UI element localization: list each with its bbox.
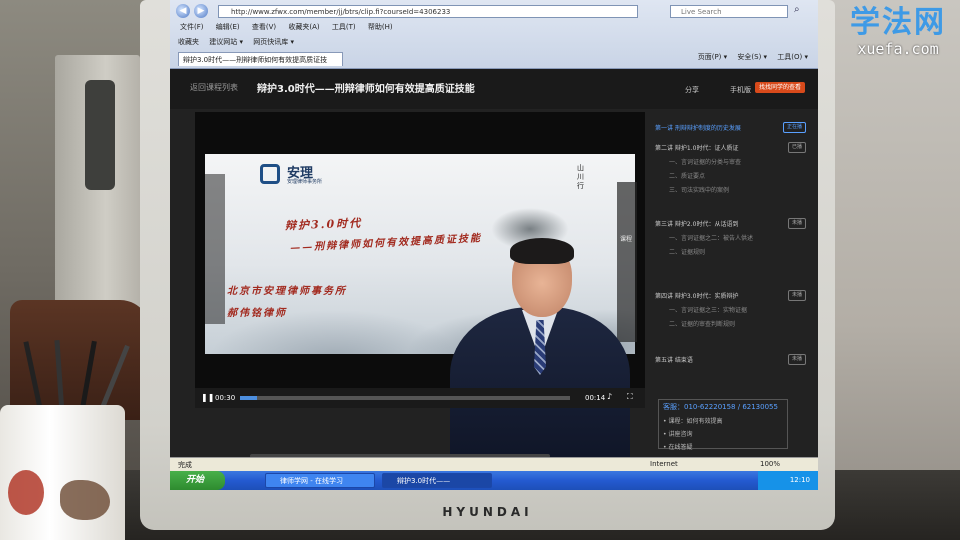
contact-phone: 客服：010-62220158 / 62130055 [663, 403, 778, 411]
seek-bar-fill [240, 396, 257, 400]
find-classmate-button[interactable]: 找找同学的查看 [755, 82, 806, 93]
chapter-subitem[interactable]: 一、言词证据的分类与审查 [669, 157, 741, 166]
slide-title-line1: 辩护3.0时代 [284, 216, 363, 233]
play-pause-icon[interactable]: ❚❚ [201, 393, 214, 402]
slide-firm-name: 北京市安理律师事务所 [227, 286, 347, 297]
system-tray-clock: 12:10 [758, 471, 818, 490]
browser-toolbar: ◀ ▶ http://www.zfwx.com/member/jj/btrs/c… [170, 0, 818, 69]
chapter-status-badge: 未播 [787, 354, 806, 365]
course-title: 辩护3.0时代——刑辩律师如何有效提高质证技能 [257, 84, 475, 95]
page-header: 返回课程列表 辩护3.0时代——刑辩律师如何有效提高质证技能 分享 手机版 找找… [170, 69, 818, 109]
command-bar: 页面(P) ▾ 安全(S) ▾ 工具(O) ▾ [690, 52, 808, 62]
forward-icon[interactable]: ▶ [194, 4, 208, 18]
chapter-status-badge: 已播 [787, 142, 806, 153]
start-button[interactable]: 开始 [170, 471, 225, 490]
taskbar-item-active[interactable]: 辩护3.0时代—— [382, 473, 492, 488]
status-text: 完成 [178, 461, 192, 469]
contact-box: 客服：010-62220158 / 62130055 • 课程：如何有效提高 •… [658, 399, 788, 451]
cup-painting [8, 470, 44, 515]
contact-line[interactable]: • 在线答疑 [663, 442, 783, 451]
contact-line[interactable]: • 课程：如何有效提高 [663, 416, 783, 425]
lecturer-hair [510, 238, 574, 264]
seek-bar[interactable] [240, 396, 570, 400]
chapter-subitem[interactable]: 三、司法实践中的案例 [669, 185, 729, 194]
suggested-sites[interactable]: 建议网站 ▾ [209, 38, 243, 46]
monitor-brand: HYUNDAI [442, 505, 533, 519]
chapter-status-badge: 正在播 [782, 122, 806, 133]
total-time: 00:14 [585, 394, 606, 402]
taskbar-item[interactable]: 律师学网 - 在线学习 [265, 473, 375, 488]
chapter-subitem[interactable]: 二、证据规则 [669, 247, 705, 256]
share-button[interactable]: 分享 [685, 85, 699, 95]
monitor-screen: ◀ ▶ http://www.zfwx.com/member/jj/btrs/c… [170, 0, 818, 490]
contact-line[interactable]: • 讲座咨询 [663, 429, 783, 438]
chapter-subitem[interactable]: 二、质证要点 [669, 171, 705, 180]
menu-bar: 文件(F) 编辑(E) 查看(V) 收藏夹(A) 工具(T) 帮助(H) [180, 22, 403, 32]
wall-fixture [85, 80, 115, 190]
slide-logo-sub: 安理律师事务所 [287, 179, 323, 185]
course-page: 返回课程列表 辩护3.0时代——刑辩律师如何有效提高质证技能 分享 手机版 找找… [170, 69, 818, 458]
video-player[interactable]: 安理 安理律师事务所 山川行 辩护3.0时代 ——刑辩律师如何有效提高质证技能 … [195, 112, 645, 457]
watermark-logo: 学法网 xuefa.com [850, 5, 946, 59]
chapter-subitem[interactable]: 二、证据的审查判断规则 [669, 319, 735, 328]
tab-course[interactable]: 辩护3.0时代——刑辩律师如何有效提高质证技 [178, 52, 343, 66]
mobile-link[interactable]: 手机版 [730, 85, 751, 95]
zoom-level[interactable]: 100% [760, 460, 780, 468]
player-controls: ❚❚ 00:30 00:14 ♪ ⛶ [195, 388, 645, 408]
cup-painting-horse [60, 480, 110, 520]
menu-tools[interactable]: 工具(T) [332, 23, 356, 31]
back-icon[interactable]: ◀ [176, 4, 190, 18]
chapter-item[interactable]: 第二讲 辩护1.0时代：证人质证 [655, 143, 738, 152]
security-zone: Internet [650, 460, 678, 468]
volume-icon[interactable]: ♪ [607, 392, 612, 401]
web-slice-gallery[interactable]: 网页快讯库 ▾ [253, 38, 294, 46]
menu-favorites[interactable]: 收藏夹(A) [288, 23, 319, 31]
chapter-subitem[interactable]: 一、言词证据之三：实物证据 [669, 305, 747, 314]
address-bar[interactable]: http://www.zfwx.com/member/jj/btrs/clip.… [218, 5, 638, 18]
chapter-item[interactable]: 第五讲 结束语 [655, 355, 693, 364]
taskbar: 开始 律师学网 - 在线学习 辩护3.0时代—— 12:10 [170, 471, 818, 490]
chapter-item[interactable]: 第三讲 辩护2.0时代：从话语到 [655, 219, 738, 228]
favorites-button[interactable]: 收藏夹 [178, 38, 199, 46]
search-input[interactable]: Live Search [670, 5, 788, 18]
chapter-item[interactable]: 第一讲 刑辩辩护制度的历史发展 [655, 123, 741, 132]
slide-lecturer-name: 郝伟铭律师 [227, 308, 287, 319]
chapter-status-badge: 未播 [787, 290, 806, 301]
chapter-item[interactable]: 第四讲 辩护3.0时代：实质辩护 [655, 291, 738, 300]
fullscreen-icon[interactable]: ⛶ [627, 392, 633, 402]
status-bar: 完成 Internet 100% [170, 457, 818, 472]
return-link[interactable]: 返回课程列表 [190, 82, 238, 93]
menu-edit[interactable]: 编辑(E) [216, 23, 240, 31]
player-left-toolbar[interactable] [205, 174, 225, 324]
favorites-bar: 收藏夹 建议网站 ▾ 网页快讯库 ▾ [178, 37, 302, 47]
lecturer-figure [450, 238, 630, 457]
chapter-list: 第一讲 刑辩辩护制度的历史发展 正在播第二讲 辩护1.0时代：证人质证 已播一、言词… [655, 119, 810, 404]
current-time: 00:30 [215, 394, 236, 402]
menu-help[interactable]: 帮助(H) [368, 23, 393, 31]
menu-view[interactable]: 查看(V) [252, 23, 276, 31]
search-icon[interactable]: ⌕ [794, 4, 800, 15]
page-menu[interactable]: 页面(P) ▾ [698, 53, 727, 61]
chapter-status-badge: 未播 [787, 218, 806, 229]
slide-seal-text: 山川行 [577, 164, 584, 190]
anli-logo-icon [260, 164, 280, 184]
tools-menu[interactable]: 工具(O) ▾ [777, 53, 808, 61]
safety-menu[interactable]: 安全(S) ▾ [737, 53, 767, 61]
chapter-subitem[interactable]: 一、言词证据之二：被告人供述 [669, 233, 753, 242]
watermark-sub: xuefa.com [857, 40, 939, 58]
menu-file[interactable]: 文件(F) [180, 23, 204, 31]
watermark-main: 学法网 [850, 5, 946, 40]
